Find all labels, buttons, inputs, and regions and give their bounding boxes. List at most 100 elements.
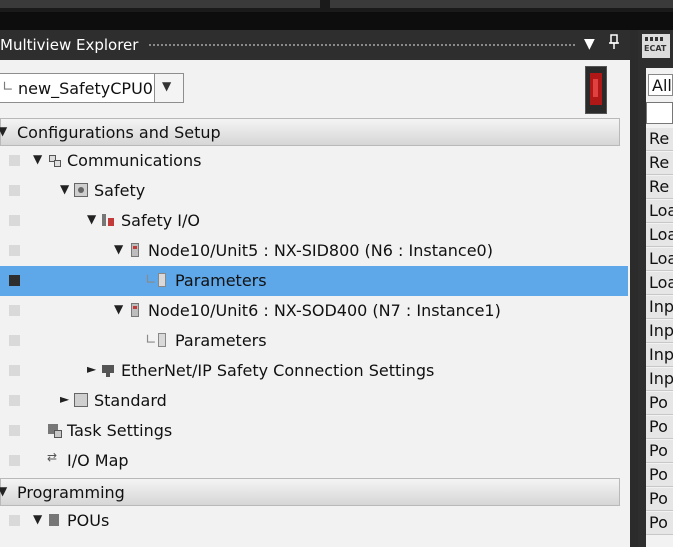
list-item-label: Inp — [649, 297, 673, 316]
ethercat-icon[interactable]: ECAT — [642, 34, 670, 58]
expand-caret-icon[interactable]: ▼ — [33, 152, 42, 166]
list-item[interactable]: Loa — [646, 272, 673, 295]
parameters-icon — [155, 273, 169, 287]
status-square — [9, 155, 20, 166]
ethernet-ip-icon — [101, 363, 115, 377]
expand-caret-icon[interactable]: ▼ — [33, 512, 42, 526]
tree-item-parameters-unit6[interactable]: ∟ Parameters — [0, 326, 628, 356]
tree-item-pous[interactable]: ▼ POUs — [0, 506, 628, 536]
tree-item-standard[interactable]: ► Standard — [0, 386, 628, 416]
search-input[interactable] — [646, 102, 673, 124]
list-item-label: Loa — [649, 201, 673, 220]
top-strip — [0, 0, 673, 12]
parameters-icon — [155, 333, 169, 347]
tree-item-io-map[interactable]: I/O Map — [0, 446, 628, 476]
list-item-label: Po — [649, 465, 668, 484]
tree-item-label: EtherNet/IP Safety Connection Settings — [121, 361, 435, 380]
status-square — [9, 335, 20, 346]
expand-caret-icon[interactable]: ► — [60, 392, 69, 406]
list-item[interactable]: Po — [646, 416, 673, 439]
top-strip-segment — [0, 0, 320, 8]
collapse-caret-icon[interactable]: ▼ — [0, 484, 7, 498]
tree-item-safety[interactable]: ▼ Safety — [0, 176, 628, 206]
expand-caret-icon[interactable]: ▼ — [87, 212, 96, 226]
tree-item-label: I/O Map — [67, 451, 129, 470]
status-square — [9, 305, 20, 316]
list-item[interactable]: Po — [646, 464, 673, 487]
list-item[interactable]: Loa — [646, 248, 673, 271]
list-item[interactable]: Re — [646, 152, 673, 175]
list-item[interactable]: Re — [646, 176, 673, 199]
section-configurations-and-setup[interactable]: ▼ Configurations and Setup — [0, 118, 620, 146]
tree-item-label: Task Settings — [67, 421, 173, 440]
right-side-panel: ECAT All Re Re Re Loa Loa Loa Loa Inp Inp Inp Inp P… — [638, 30, 673, 547]
list-item-label: Po — [649, 513, 668, 532]
top-strip-segment — [330, 0, 673, 8]
list-item[interactable]: Po — [646, 488, 673, 511]
tree-item-label: Standard — [94, 391, 167, 410]
tree-item-communications[interactable]: ▼ Communications — [0, 146, 628, 176]
tree-item-label: Node10/Unit6 : NX-SOD400 (N7 : Instance1… — [148, 301, 501, 320]
status-square — [9, 425, 20, 436]
list-item-label: Loa — [649, 273, 673, 292]
section-label: Configurations and Setup — [17, 123, 221, 142]
list-item[interactable]: Po — [646, 512, 673, 535]
list-item[interactable]: Inp — [646, 368, 673, 391]
expand-caret-icon[interactable]: ▼ — [114, 302, 123, 316]
list-item-label: Po — [649, 417, 668, 436]
tree-item-label: Safety I/O — [121, 211, 200, 230]
device-selector-dropdown-button[interactable]: ▼ — [154, 74, 183, 102]
drag-grip[interactable] — [148, 43, 576, 48]
dark-band — [0, 12, 673, 30]
status-square — [9, 455, 20, 466]
device-selector-value: new_SafetyCPU0 — [18, 79, 153, 98]
status-square — [9, 395, 20, 406]
tree-item-task-settings[interactable]: Task Settings — [0, 416, 628, 446]
tree-item-parameters-unit5[interactable]: ∟ Parameters — [0, 266, 628, 296]
list-item-label: Loa — [649, 249, 673, 268]
expand-caret-icon[interactable]: ▼ — [114, 242, 123, 256]
list-item[interactable]: Po — [646, 392, 673, 415]
tree-branch-icon: ∟ — [2, 79, 14, 95]
io-map-icon — [47, 450, 61, 467]
safety-icon — [74, 183, 88, 197]
list-item[interactable]: Loa — [646, 224, 673, 247]
status-square — [9, 515, 20, 526]
tree-item-node10-unit6[interactable]: ▼ Node10/Unit6 : NX-SOD400 (N7 : Instanc… — [0, 296, 628, 326]
tree-item-label: Node10/Unit5 : NX-SID800 (N6 : Instance0… — [148, 241, 493, 260]
status-square — [9, 275, 20, 286]
list-item-label: Po — [649, 489, 668, 508]
list-item-label: Re — [649, 129, 670, 148]
list-item[interactable]: Inp — [646, 344, 673, 367]
safety-unit-icon — [128, 303, 142, 317]
tree-item-ethernet-ip-safety[interactable]: ► EtherNet/IP Safety Connection Settings — [0, 356, 628, 386]
pous-icon — [47, 513, 61, 527]
list-item-label: Inp — [649, 369, 673, 388]
tree-item-node10-unit5[interactable]: ▼ Node10/Unit5 : NX-SID800 (N6 : Instanc… — [0, 236, 628, 266]
list-item[interactable]: Inp — [646, 320, 673, 343]
multiview-explorer-panel: Multiview Explorer ▼ ∟ new_SafetyCPU0 ▼ … — [0, 30, 630, 547]
expand-caret-icon[interactable]: ► — [87, 362, 96, 376]
tree-item-label: POUs — [67, 511, 110, 530]
list-item[interactable]: Loa — [646, 200, 673, 223]
safety-io-icon — [101, 213, 115, 227]
list-item[interactable]: Inp — [646, 296, 673, 319]
panel-header: Multiview Explorer ▼ — [0, 30, 630, 60]
list-item-label: Po — [649, 393, 668, 412]
panel-menu-icon[interactable]: ▼ — [584, 34, 595, 54]
pin-icon[interactable] — [608, 34, 620, 56]
section-label: Programming — [17, 483, 125, 502]
expand-caret-icon[interactable]: ▼ — [60, 182, 69, 196]
list-item-label: Re — [649, 153, 670, 172]
safety-unit-icon — [128, 243, 142, 257]
tree-item-safety-io[interactable]: ▼ Safety I/O — [0, 206, 628, 236]
section-programming[interactable]: ▼ Programming — [0, 478, 620, 506]
list-item[interactable]: Po — [646, 440, 673, 463]
standard-icon — [74, 393, 88, 407]
list-item[interactable]: Re — [646, 128, 673, 151]
status-square — [9, 245, 20, 256]
filter-dropdown[interactable]: All — [648, 74, 673, 96]
collapse-caret-icon[interactable]: ▼ — [0, 124, 7, 138]
status-square — [9, 185, 20, 196]
device-selector[interactable]: ∟ new_SafetyCPU0 ▼ — [0, 73, 184, 103]
